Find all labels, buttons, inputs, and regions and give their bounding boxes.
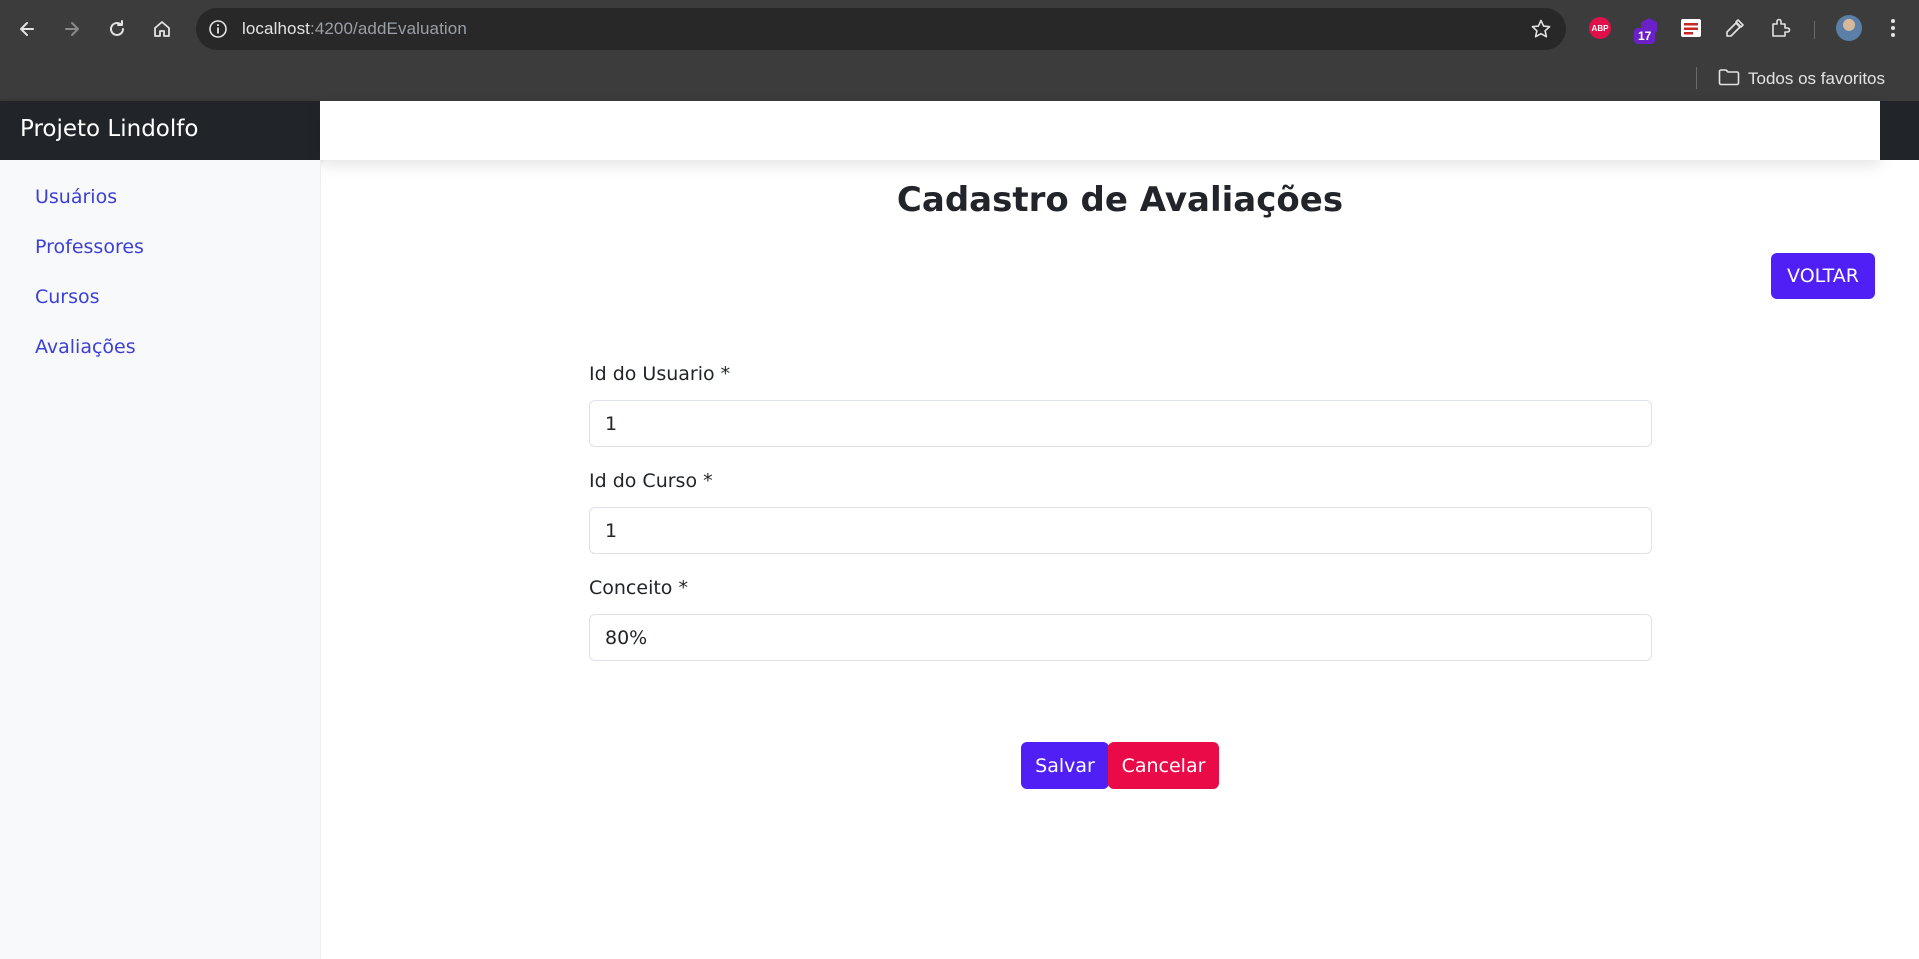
forward-icon[interactable]: [55, 12, 89, 46]
navbar-edge: [1880, 101, 1919, 160]
all-bookmarks-button[interactable]: Todos os favoritos: [1718, 64, 1885, 94]
brand-title[interactable]: Projeto Lindolfo: [20, 116, 198, 142]
reading-list-icon[interactable]: [1678, 15, 1704, 41]
save-button[interactable]: Salvar: [1021, 742, 1109, 789]
url-path: :4200/addEvaluation: [310, 19, 467, 38]
main-content: Cadastro de Avaliações VOLTAR Id do Usua…: [320, 160, 1919, 959]
bookmarks-divider: [1696, 67, 1697, 89]
browser-toolbar: localhost:4200/addEvaluation ABP 17: [0, 0, 1919, 57]
sidebar-item-cursos[interactable]: Cursos: [35, 286, 100, 308]
back-icon[interactable]: [10, 12, 44, 46]
sidebar-item-avaliacoes[interactable]: Avaliações: [35, 336, 136, 358]
concept-input[interactable]: [589, 614, 1652, 661]
course-id-input[interactable]: [589, 507, 1652, 554]
user-id-input[interactable]: [589, 400, 1652, 447]
kebab-menu-icon[interactable]: [1880, 15, 1906, 41]
folder-icon: [1718, 68, 1740, 91]
sidebar-item-usuarios[interactable]: Usuários: [35, 186, 117, 208]
address-bar[interactable]: localhost:4200/addEvaluation: [196, 8, 1566, 50]
all-bookmarks-label: Todos os favoritos: [1748, 69, 1886, 88]
star-icon[interactable]: [1530, 18, 1552, 40]
abp-label: ABP: [1589, 17, 1611, 39]
url-text: localhost:4200/addEvaluation: [242, 19, 467, 39]
sidebar: Usuários Professores Cursos Avaliações: [0, 160, 321, 959]
concept-label: Conceito *: [589, 577, 688, 599]
app-root: Projeto Lindolfo Usuários Professores Cu…: [0, 101, 1919, 959]
top-navbar: [320, 101, 1880, 160]
info-icon[interactable]: [206, 17, 230, 41]
puzzle-icon[interactable]: [1767, 15, 1793, 41]
reload-icon[interactable]: [100, 12, 134, 46]
page-title: Cadastro de Avaliações: [896, 180, 1344, 220]
toolbar-divider: [1814, 21, 1815, 39]
back-button[interactable]: VOLTAR: [1771, 253, 1875, 299]
user-id-label: Id do Usuario *: [589, 363, 731, 385]
eyedropper-icon[interactable]: [1722, 15, 1748, 41]
url-host: localhost: [242, 19, 310, 38]
cancel-button[interactable]: Cancelar: [1108, 742, 1219, 789]
sidebar-item-professores[interactable]: Professores: [35, 236, 144, 258]
course-id-label: Id do Curso *: [589, 470, 713, 492]
profile-avatar[interactable]: [1836, 15, 1862, 41]
brand-bar: Projeto Lindolfo: [0, 101, 320, 160]
browser-chrome: localhost:4200/addEvaluation ABP 17 Todo…: [0, 0, 1919, 101]
home-icon[interactable]: [145, 12, 179, 46]
extension-badge: 17: [1634, 28, 1656, 44]
adblock-extension-icon[interactable]: ABP: [1587, 15, 1613, 41]
bookmarks-bar: Todos os favoritos: [0, 57, 1919, 101]
